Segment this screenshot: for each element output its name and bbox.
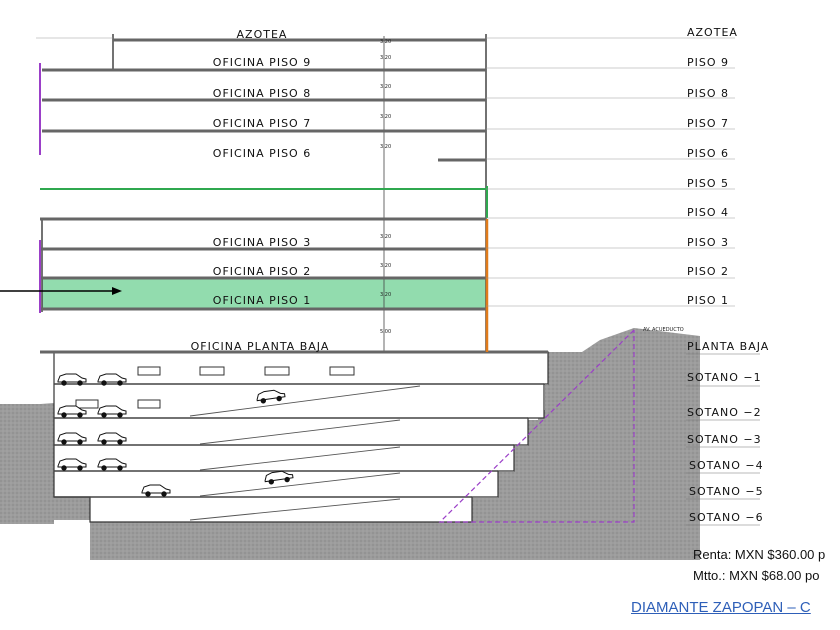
level-label-piso7: PISO 7 [687, 117, 729, 130]
maintenance-text: Mtto.: MXN $68.00 po [693, 568, 820, 583]
dim-azotea: 3.20 [380, 39, 391, 45]
dim-piso6: 3.20 [380, 144, 391, 150]
level-label-sotano-6: SOTANO −6 [689, 511, 764, 524]
level-label-sotano-2: SOTANO −2 [687, 406, 762, 419]
level-label-piso9: PISO 9 [687, 56, 729, 69]
floor-label-planta-baja: OFICINA PLANTA BAJA [191, 340, 330, 353]
dim-piso9: 3.20 [380, 55, 391, 61]
terrain-left [0, 404, 54, 524]
floor-label-azotea: AZOTEA [237, 28, 288, 41]
level-label-planta-baja: PLANTA BAJA [687, 340, 769, 353]
dim-piso1: 3.20 [380, 292, 391, 298]
level-label-piso2: PISO 2 [687, 265, 729, 278]
floor-label-piso2: OFICINA PISO 2 [213, 265, 311, 278]
level-label-sotano-5: SOTANO −5 [689, 485, 764, 498]
level-label-piso1: PISO 1 [687, 294, 729, 307]
level-label-piso3: PISO 3 [687, 236, 729, 249]
level-label-sotano-3: SOTANO −3 [687, 433, 762, 446]
street-label: AV. ACUEDUCTO [643, 327, 684, 333]
level-label-azotea: AZOTEA [687, 26, 738, 39]
dim-piso2: 3.20 [380, 263, 391, 269]
level-label-sotano-1: SOTANO −1 [687, 371, 762, 384]
level-label-piso5: PISO 5 [687, 177, 729, 190]
rent-text: Renta: MXN $360.00 p [693, 547, 826, 562]
floor-label-piso6: OFICINA PISO 6 [213, 147, 311, 160]
level-label-piso4: PISO 4 [687, 206, 729, 219]
floor-label-piso8: OFICINA PISO 8 [213, 87, 311, 100]
building-section-diagram: AZOTEA OFICINA PISO 9 OFICINA PISO 8 OFI… [0, 26, 769, 560]
dim-piso8: 3.20 [380, 84, 391, 90]
level-label-piso6: PISO 6 [687, 147, 729, 160]
level-label-piso8: PISO 8 [687, 87, 729, 100]
floor-label-piso1: OFICINA PISO 1 [213, 294, 311, 307]
floor-label-piso3: OFICINA PISO 3 [213, 236, 311, 249]
dim-piso3: 3.20 [380, 234, 391, 240]
floor-label-piso7: OFICINA PISO 7 [213, 117, 311, 130]
level-label-sotano-4: SOTANO −4 [689, 459, 764, 472]
property-title-link[interactable]: DIAMANTE ZAPOPAN – C [631, 599, 811, 616]
dim-piso7: 3.20 [380, 114, 391, 120]
floor-label-piso9: OFICINA PISO 9 [213, 56, 311, 69]
dim-planta-baja: 5.00 [380, 329, 391, 335]
